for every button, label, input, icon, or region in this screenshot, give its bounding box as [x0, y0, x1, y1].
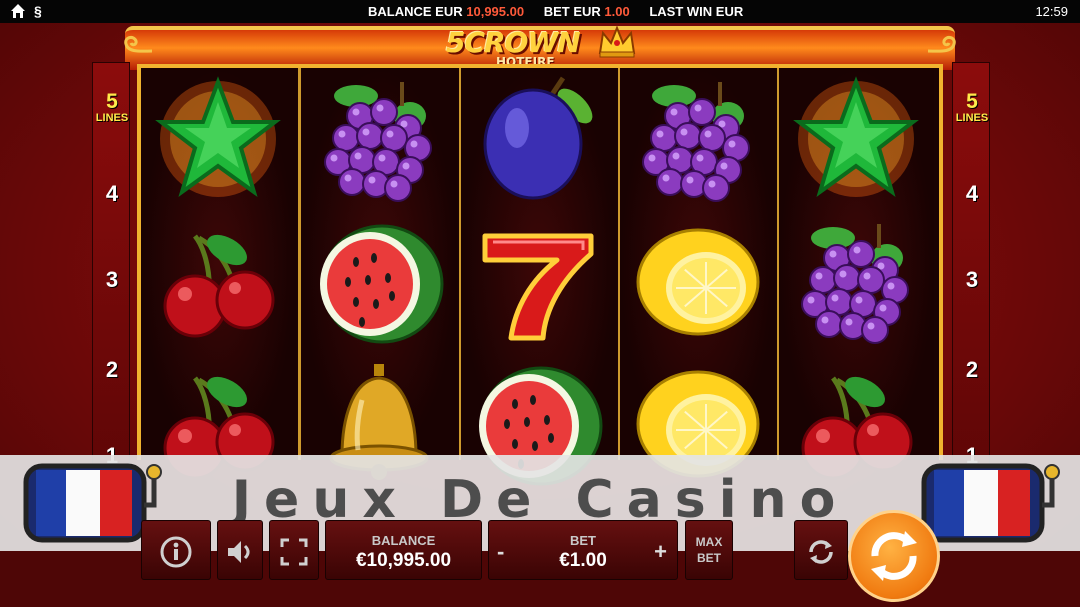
bet-label: BET	[570, 533, 596, 548]
fullscreen-icon	[280, 538, 308, 566]
grapes-symbol	[302, 68, 457, 210]
payline-marker[interactable]: 2	[953, 357, 991, 383]
paragraph-icon[interactable]: §	[34, 3, 42, 19]
lines-count-number: 5	[966, 90, 978, 113]
sound-button[interactable]	[217, 520, 263, 580]
bet-status: BET EUR 1.00	[544, 4, 630, 19]
crown-icon	[598, 25, 636, 58]
status-bar: § BALANCE EUR 10,995.00 BET EUR 1.00 LAS…	[0, 0, 1080, 23]
payline-marker[interactable]: 3	[93, 267, 131, 293]
home-icon[interactable]	[10, 3, 26, 19]
reel-divider	[298, 68, 301, 460]
autoplay-button[interactable]	[794, 520, 848, 580]
plum-symbol	[461, 68, 616, 210]
swirl-ornament-icon	[124, 35, 153, 53]
balance-status: BALANCE EUR 10,995.00	[368, 4, 524, 19]
status-values: BALANCE EUR 10,995.00 BET EUR 1.00 LAST …	[368, 4, 759, 19]
lines-count: 5 LINES	[953, 91, 991, 124]
star-symbol	[141, 68, 296, 210]
last-win-status: LAST WIN EUR	[649, 4, 744, 19]
payline-marker[interactable]: 2	[93, 357, 131, 383]
cherry-symbol	[141, 210, 296, 352]
payline-marker[interactable]: 3	[953, 267, 991, 293]
max-bet-label-line1: MAX	[695, 535, 723, 549]
balance-label: BALANCE	[371, 533, 436, 548]
lines-label: LINES	[955, 112, 989, 124]
lemon-symbol	[620, 210, 775, 352]
bet-increase-button[interactable]: +	[654, 539, 667, 565]
grapes-symbol	[620, 68, 775, 210]
balance-display: BALANCE €10,995.00	[325, 520, 482, 580]
bet-status-value: 1.00	[604, 4, 630, 19]
spin-icon	[871, 531, 917, 581]
paylines-right: 5 LINES 4 3 2 1	[952, 62, 990, 482]
reel-5	[779, 68, 934, 480]
balance-value: €10,995.00	[355, 550, 452, 571]
reel-3	[461, 68, 616, 486]
info-button[interactable]	[141, 520, 211, 580]
reel-1	[141, 68, 296, 480]
balance-status-label: BALANCE EUR	[368, 4, 463, 19]
spin-button[interactable]	[848, 510, 940, 602]
paylines-left: 5 LINES 4 3 2 1	[92, 62, 130, 482]
lines-label: LINES	[95, 112, 129, 124]
bet-value: €1.00	[559, 550, 607, 571]
bet-status-label: BET EUR	[543, 4, 601, 19]
swirl-ornament-icon	[927, 35, 956, 53]
star-symbol	[779, 68, 934, 210]
reel-4	[620, 68, 775, 478]
max-bet-label-line2: BET	[697, 551, 721, 565]
reel-2	[302, 68, 457, 480]
info-icon	[160, 536, 192, 568]
payline-marker[interactable]: 4	[93, 181, 131, 207]
lines-count: 5 LINES	[93, 91, 131, 124]
lines-count-number: 5	[106, 90, 118, 113]
seven-symbol	[461, 210, 616, 352]
clock: 12:59	[1035, 4, 1068, 19]
watermelon-symbol	[302, 210, 457, 352]
autoplay-icon	[809, 540, 833, 564]
grapes-symbol	[779, 210, 934, 352]
fullscreen-button[interactable]	[269, 520, 319, 580]
bet-selector: - BET €1.00 +	[488, 520, 678, 580]
max-bet-button[interactable]: MAX BET	[685, 520, 733, 580]
payline-marker[interactable]: 4	[953, 181, 991, 207]
balance-status-value: 10,995.00	[466, 4, 525, 19]
sound-icon	[228, 541, 250, 563]
